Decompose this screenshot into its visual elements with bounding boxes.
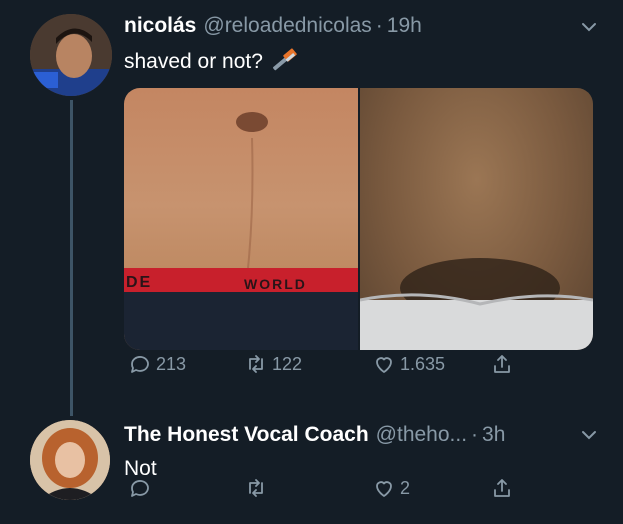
tweet-header: nicolás @reloadednicolas · 19h bbox=[124, 14, 422, 38]
tweet-timestamp[interactable]: 19h bbox=[387, 14, 422, 38]
avatar-nicolas[interactable] bbox=[30, 14, 112, 96]
retweet-count: 122 bbox=[272, 353, 303, 374]
waistband-text-right: WORLD bbox=[244, 276, 307, 292]
like-button[interactable]: 1.635 bbox=[372, 352, 445, 376]
reply-like-button[interactable]: 2 bbox=[372, 476, 410, 500]
heart-icon bbox=[376, 481, 392, 497]
reply-timestamp[interactable]: 3h bbox=[482, 423, 505, 447]
header-separator: · bbox=[375, 14, 383, 37]
thread-connector-line bbox=[70, 100, 73, 416]
reply-reply-button[interactable] bbox=[128, 476, 156, 500]
reply-count: 213 bbox=[156, 353, 187, 374]
razor-icon bbox=[269, 48, 299, 76]
tweet-media[interactable]: DE WORLD bbox=[124, 88, 593, 350]
heart-icon bbox=[376, 357, 392, 373]
retweet-button[interactable]: 122 bbox=[244, 352, 302, 376]
share-button[interactable] bbox=[490, 352, 518, 376]
reply-author-name[interactable]: The Honest Vocal Coach bbox=[124, 423, 369, 447]
reply-share-button[interactable] bbox=[490, 476, 518, 500]
avatar-honest-vocal-coach[interactable] bbox=[30, 420, 110, 500]
reply-icon bbox=[131, 480, 149, 497]
photo-unshaved[interactable] bbox=[360, 88, 593, 350]
tweet-text: shaved or not? bbox=[124, 48, 299, 76]
reply-button[interactable]: 213 bbox=[128, 352, 186, 376]
waistband-text-left: DE bbox=[126, 274, 153, 291]
reply-retweet-button[interactable] bbox=[244, 476, 272, 500]
share-icon bbox=[494, 479, 510, 497]
retweet-icon bbox=[249, 479, 263, 497]
photo-shaved[interactable]: DE WORLD bbox=[124, 88, 358, 350]
tweet-text-content: shaved or not? bbox=[124, 50, 263, 73]
retweet-icon bbox=[249, 355, 263, 373]
reply-author-handle[interactable]: @theho... bbox=[376, 423, 467, 447]
reply-like-count: 2 bbox=[400, 477, 411, 498]
reply-header: The Honest Vocal Coach @theho... · 3h bbox=[124, 423, 505, 447]
chevron-down-icon[interactable] bbox=[578, 424, 600, 446]
like-count: 1.635 bbox=[400, 353, 446, 374]
chevron-down-icon[interactable] bbox=[578, 16, 600, 38]
tweet-author-handle[interactable]: @reloadednicolas bbox=[203, 14, 371, 38]
share-icon bbox=[494, 355, 510, 373]
reply-icon bbox=[131, 356, 149, 373]
reply-header-separator: · bbox=[471, 423, 479, 446]
tweet-author-name[interactable]: nicolás bbox=[124, 14, 196, 38]
